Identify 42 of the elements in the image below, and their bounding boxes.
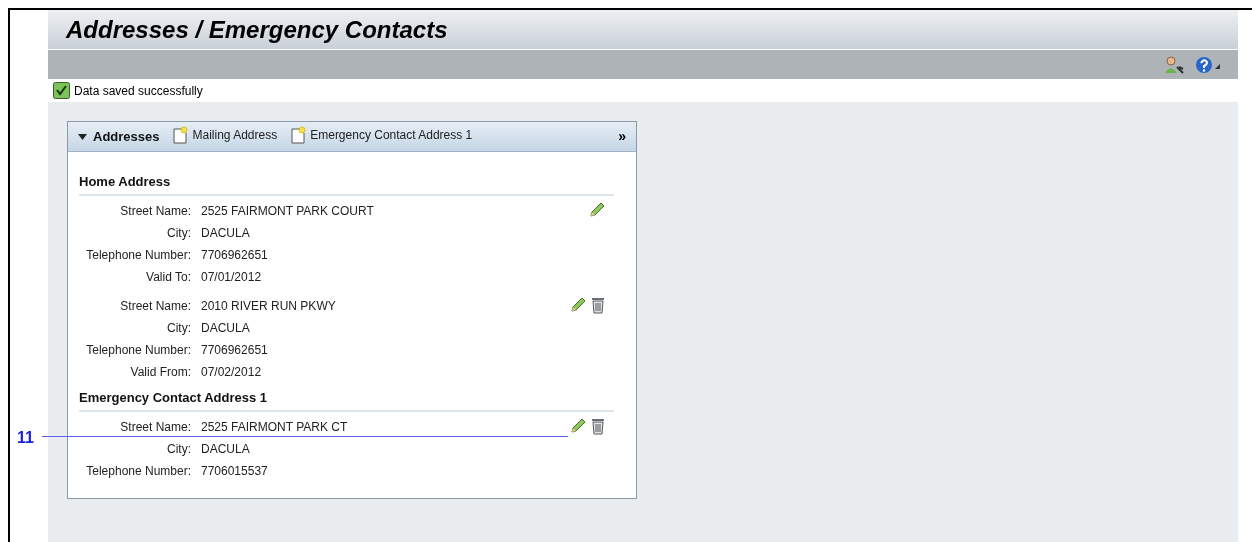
- field-label: Street Name:: [119, 419, 191, 436]
- field-value: DACULA: [201, 441, 250, 458]
- field-value: 2525 FAIRMONT PARK CT: [201, 419, 348, 436]
- help-icon[interactable]: [1195, 55, 1222, 74]
- field-value: 7706962651: [201, 342, 268, 359]
- panel-toggle[interactable]: Addresses: [78, 126, 160, 147]
- new-document-icon: [173, 126, 190, 144]
- section-title: Home Address: [79, 174, 171, 189]
- field-label: City:: [166, 225, 191, 242]
- page-title: Addresses / Emergency Contacts: [66, 14, 448, 45]
- field-value: DACULA: [201, 225, 250, 242]
- field-value: 2010 RIVER RUN PKWY: [201, 298, 336, 315]
- new-document-icon: [291, 126, 308, 144]
- field-value: 07/01/2012: [201, 269, 262, 286]
- field-label: Valid From:: [129, 364, 191, 381]
- trash-icon[interactable]: [590, 296, 606, 314]
- field-label: Street Name:: [119, 298, 191, 315]
- field-label: Telephone Number:: [85, 342, 191, 359]
- field-value: 07/02/2012: [201, 364, 262, 381]
- field-value: 7706015537: [201, 463, 268, 480]
- field-label: City:: [166, 320, 191, 337]
- more-button[interactable]: »: [618, 126, 626, 147]
- field-value: DACULA: [201, 320, 250, 337]
- field-label: Street Name:: [119, 203, 191, 220]
- create-link[interactable]: Mailing Address: [192, 126, 278, 144]
- trash-icon[interactable]: [590, 417, 606, 435]
- section-title: Emergency Contact Address 1: [79, 390, 268, 405]
- create-link[interactable]: Emergency Contact Address 1: [310, 126, 473, 144]
- field-label: Valid To:: [145, 269, 191, 286]
- field-value: 2525 FAIRMONT PARK COURT: [201, 203, 374, 220]
- pencil-icon[interactable]: [569, 417, 587, 435]
- callout-number: 11: [17, 428, 34, 448]
- field-label: Telephone Number:: [85, 463, 191, 480]
- pencil-icon[interactable]: [588, 201, 606, 219]
- field-value: 7706962651: [201, 247, 268, 264]
- field-label: City:: [166, 441, 191, 458]
- status-message: Data saved successfully: [74, 82, 203, 100]
- success-check-icon: [53, 82, 70, 99]
- pencil-icon[interactable]: [569, 296, 587, 314]
- user-settings-icon[interactable]: [1163, 54, 1185, 75]
- caret-icon: [78, 133, 87, 140]
- field-label: Telephone Number:: [85, 247, 191, 264]
